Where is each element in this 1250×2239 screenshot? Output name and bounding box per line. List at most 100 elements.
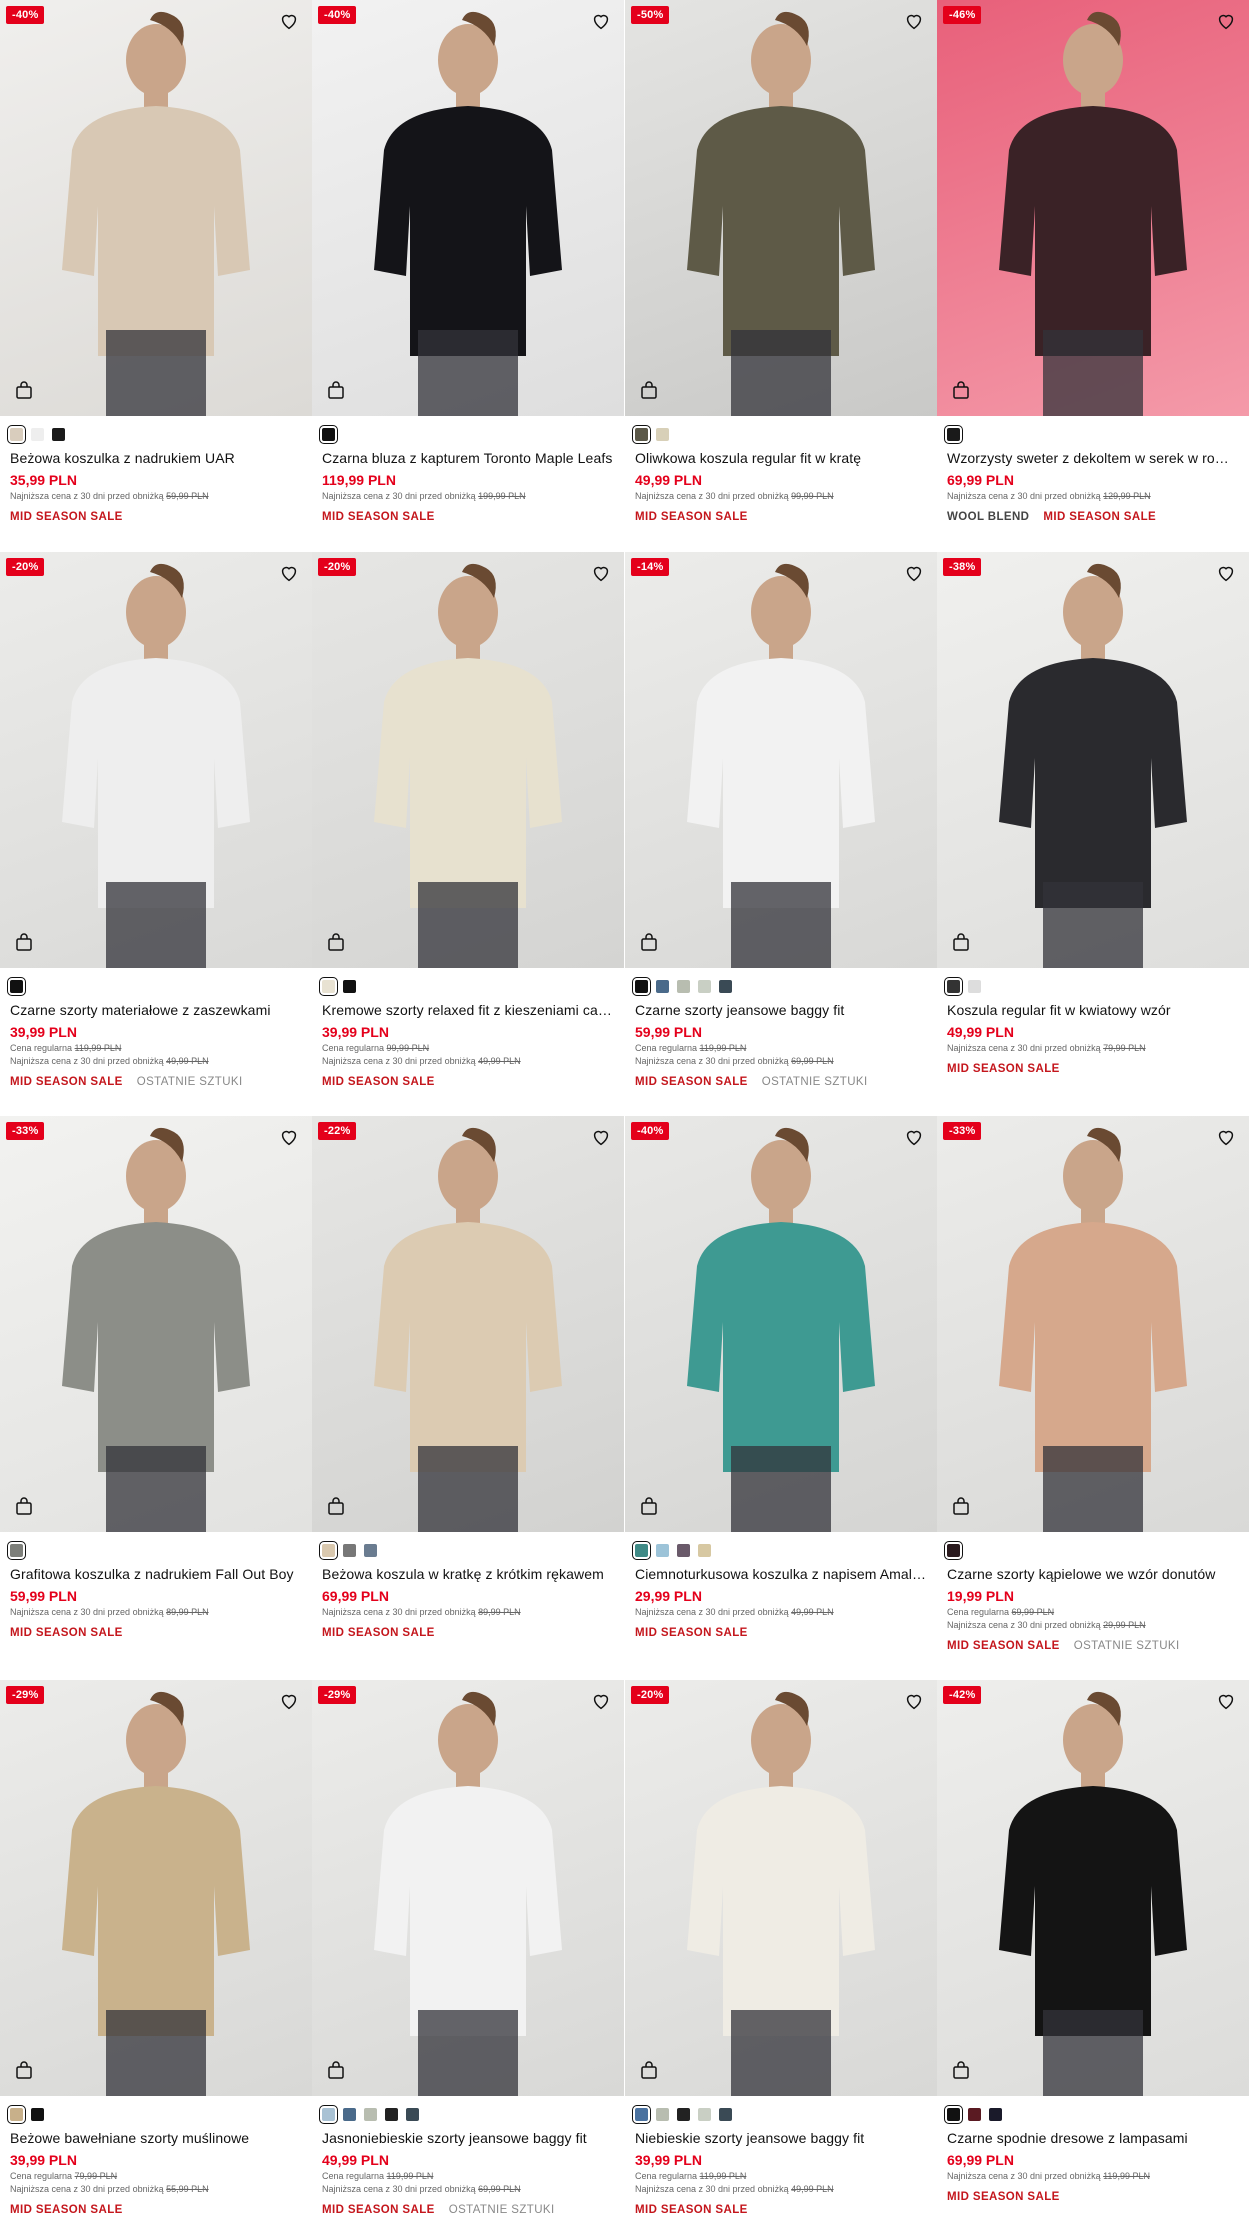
color-swatch[interactable] bbox=[677, 1543, 690, 1557]
color-swatch[interactable] bbox=[968, 979, 981, 993]
shopping-bag-icon[interactable] bbox=[324, 2058, 348, 2082]
color-swatch[interactable] bbox=[31, 427, 44, 441]
color-swatch[interactable] bbox=[385, 2107, 398, 2121]
product-image[interactable]: -20% bbox=[312, 552, 624, 968]
color-swatch[interactable] bbox=[343, 979, 356, 993]
product-image[interactable]: -14% bbox=[625, 552, 937, 968]
product-card[interactable]: -29% Jasnoniebieskie szorty jeansowe bagg… bbox=[312, 1680, 624, 2216]
heart-icon[interactable] bbox=[903, 1126, 925, 1148]
heart-icon[interactable] bbox=[278, 10, 300, 32]
heart-icon[interactable] bbox=[1215, 1690, 1237, 1712]
color-swatch[interactable] bbox=[944, 424, 963, 444]
color-swatch[interactable] bbox=[31, 2107, 44, 2121]
product-name[interactable]: Czarne szorty kąpielowe we wzór donutów bbox=[947, 1566, 1239, 1582]
color-swatch[interactable] bbox=[632, 424, 651, 444]
product-image[interactable]: -46% bbox=[937, 0, 1249, 416]
shopping-bag-icon[interactable] bbox=[12, 1494, 36, 1518]
color-swatch[interactable] bbox=[343, 1543, 356, 1557]
heart-icon[interactable] bbox=[903, 10, 925, 32]
color-swatch[interactable] bbox=[7, 2104, 26, 2124]
product-card[interactable]: -40% Czarna bluza z kapturem Toronto Mapl… bbox=[312, 0, 624, 523]
color-swatch[interactable] bbox=[632, 976, 651, 996]
heart-icon[interactable] bbox=[590, 1126, 612, 1148]
product-card[interactable]: -42% Czarne spodnie dresowe z lampasami 69… bbox=[937, 1680, 1249, 2203]
color-swatch[interactable] bbox=[319, 1540, 338, 1560]
product-name[interactable]: Koszula regular fit w kwiatowy wzór bbox=[947, 1002, 1239, 1018]
product-name[interactable]: Oliwkowa koszula regular fit w kratę bbox=[635, 450, 927, 466]
color-swatch[interactable] bbox=[719, 2107, 732, 2121]
color-swatch[interactable] bbox=[7, 1540, 26, 1560]
shopping-bag-icon[interactable] bbox=[324, 1494, 348, 1518]
product-card[interactable]: -22% Beżowa koszula w kratkę z krótkim rę… bbox=[312, 1116, 624, 1639]
shopping-bag-icon[interactable] bbox=[324, 930, 348, 954]
heart-icon[interactable] bbox=[590, 10, 612, 32]
product-name[interactable]: Beżowa koszula w kratkę z krótkim rękawe… bbox=[322, 1566, 614, 1582]
color-swatch[interactable] bbox=[989, 2107, 1002, 2121]
product-image[interactable]: -33% bbox=[937, 1116, 1249, 1532]
product-image[interactable]: -20% bbox=[625, 1680, 937, 2096]
product-card[interactable]: -29% Beżowe bawełniane szorty muślinowe 39… bbox=[0, 1680, 312, 2216]
color-swatch[interactable] bbox=[52, 427, 65, 441]
product-image[interactable]: -33% bbox=[0, 1116, 312, 1532]
shopping-bag-icon[interactable] bbox=[324, 378, 348, 402]
shopping-bag-icon[interactable] bbox=[12, 930, 36, 954]
color-swatch[interactable] bbox=[719, 979, 732, 993]
color-swatch[interactable] bbox=[944, 1540, 963, 1560]
heart-icon[interactable] bbox=[278, 562, 300, 584]
product-name[interactable]: Czarna bluza z kapturem Toronto Maple Le… bbox=[322, 450, 614, 466]
heart-icon[interactable] bbox=[590, 562, 612, 584]
product-card[interactable]: -20% Niebieskie szorty jeansowe baggy fit… bbox=[625, 1680, 937, 2216]
product-name[interactable]: Beżowa koszulka z nadrukiem UAR bbox=[10, 450, 302, 466]
product-card[interactable]: -20% Kremowe szorty relaxed fit z kieszen… bbox=[312, 552, 624, 1088]
color-swatch[interactable] bbox=[677, 979, 690, 993]
product-card[interactable]: -38% Koszula regular fit w kwiatowy wzór 4… bbox=[937, 552, 1249, 1075]
heart-icon[interactable] bbox=[1215, 10, 1237, 32]
color-swatch[interactable] bbox=[319, 2104, 338, 2124]
product-card[interactable]: -33% Czarne szorty kąpielowe we wzór donu… bbox=[937, 1116, 1249, 1652]
product-card[interactable]: -40% Beżowa koszulka z nadrukiem UAR 35,99… bbox=[0, 0, 312, 523]
product-image[interactable]: -40% bbox=[312, 0, 624, 416]
product-image[interactable]: -29% bbox=[312, 1680, 624, 2096]
product-name[interactable]: Czarne spodnie dresowe z lampasami bbox=[947, 2130, 1239, 2146]
product-card[interactable]: -14% Czarne szorty jeansowe baggy fit 59,9… bbox=[625, 552, 937, 1088]
color-swatch[interactable] bbox=[944, 2104, 963, 2124]
heart-icon[interactable] bbox=[590, 1690, 612, 1712]
product-image[interactable]: -40% bbox=[625, 1116, 937, 1532]
product-image[interactable]: -22% bbox=[312, 1116, 624, 1532]
color-swatch[interactable] bbox=[944, 976, 963, 996]
shopping-bag-icon[interactable] bbox=[637, 930, 661, 954]
color-swatch[interactable] bbox=[632, 2104, 651, 2124]
product-name[interactable]: Ciemnoturkusowa koszulka z napisem Amalf… bbox=[635, 1566, 927, 1582]
shopping-bag-icon[interactable] bbox=[12, 378, 36, 402]
product-name[interactable]: Czarne szorty jeansowe baggy fit bbox=[635, 1002, 927, 1018]
heart-icon[interactable] bbox=[278, 1690, 300, 1712]
color-swatch[interactable] bbox=[7, 424, 26, 444]
color-swatch[interactable] bbox=[656, 979, 669, 993]
color-swatch[interactable] bbox=[364, 1543, 377, 1557]
product-name[interactable]: Niebieskie szorty jeansowe baggy fit bbox=[635, 2130, 927, 2146]
color-swatch[interactable] bbox=[364, 2107, 377, 2121]
product-name[interactable]: Beżowe bawełniane szorty muślinowe bbox=[10, 2130, 302, 2146]
color-swatch[interactable] bbox=[698, 979, 711, 993]
product-name[interactable]: Wzorzysty sweter z dekoltem w serek w ro… bbox=[947, 450, 1239, 466]
color-swatch[interactable] bbox=[698, 2107, 711, 2121]
product-card[interactable]: -40% Ciemnoturkusowa koszulka z napisem A… bbox=[625, 1116, 937, 1639]
color-swatch[interactable] bbox=[677, 2107, 690, 2121]
product-card[interactable]: -50% Oliwkowa koszula regular fit w kratę… bbox=[625, 0, 937, 523]
shopping-bag-icon[interactable] bbox=[637, 2058, 661, 2082]
color-swatch[interactable] bbox=[343, 2107, 356, 2121]
heart-icon[interactable] bbox=[903, 562, 925, 584]
product-card[interactable]: -33% Grafitowa koszulka z nadrukiem Fall … bbox=[0, 1116, 312, 1639]
product-name[interactable]: Grafitowa koszulka z nadrukiem Fall Out … bbox=[10, 1566, 302, 1582]
product-image[interactable]: -42% bbox=[937, 1680, 1249, 2096]
product-image[interactable]: -50% bbox=[625, 0, 937, 416]
product-image[interactable]: -29% bbox=[0, 1680, 312, 2096]
shopping-bag-icon[interactable] bbox=[637, 1494, 661, 1518]
product-image[interactable]: -38% bbox=[937, 552, 1249, 968]
product-name[interactable]: Czarne szorty materiałowe z zaszewkami bbox=[10, 1002, 302, 1018]
product-card[interactable]: -20% Czarne szorty materiałowe z zaszewka… bbox=[0, 552, 312, 1088]
color-swatch[interactable] bbox=[406, 2107, 419, 2121]
color-swatch[interactable] bbox=[319, 424, 338, 444]
color-swatch[interactable] bbox=[319, 976, 338, 996]
product-image[interactable]: -40% bbox=[0, 0, 312, 416]
